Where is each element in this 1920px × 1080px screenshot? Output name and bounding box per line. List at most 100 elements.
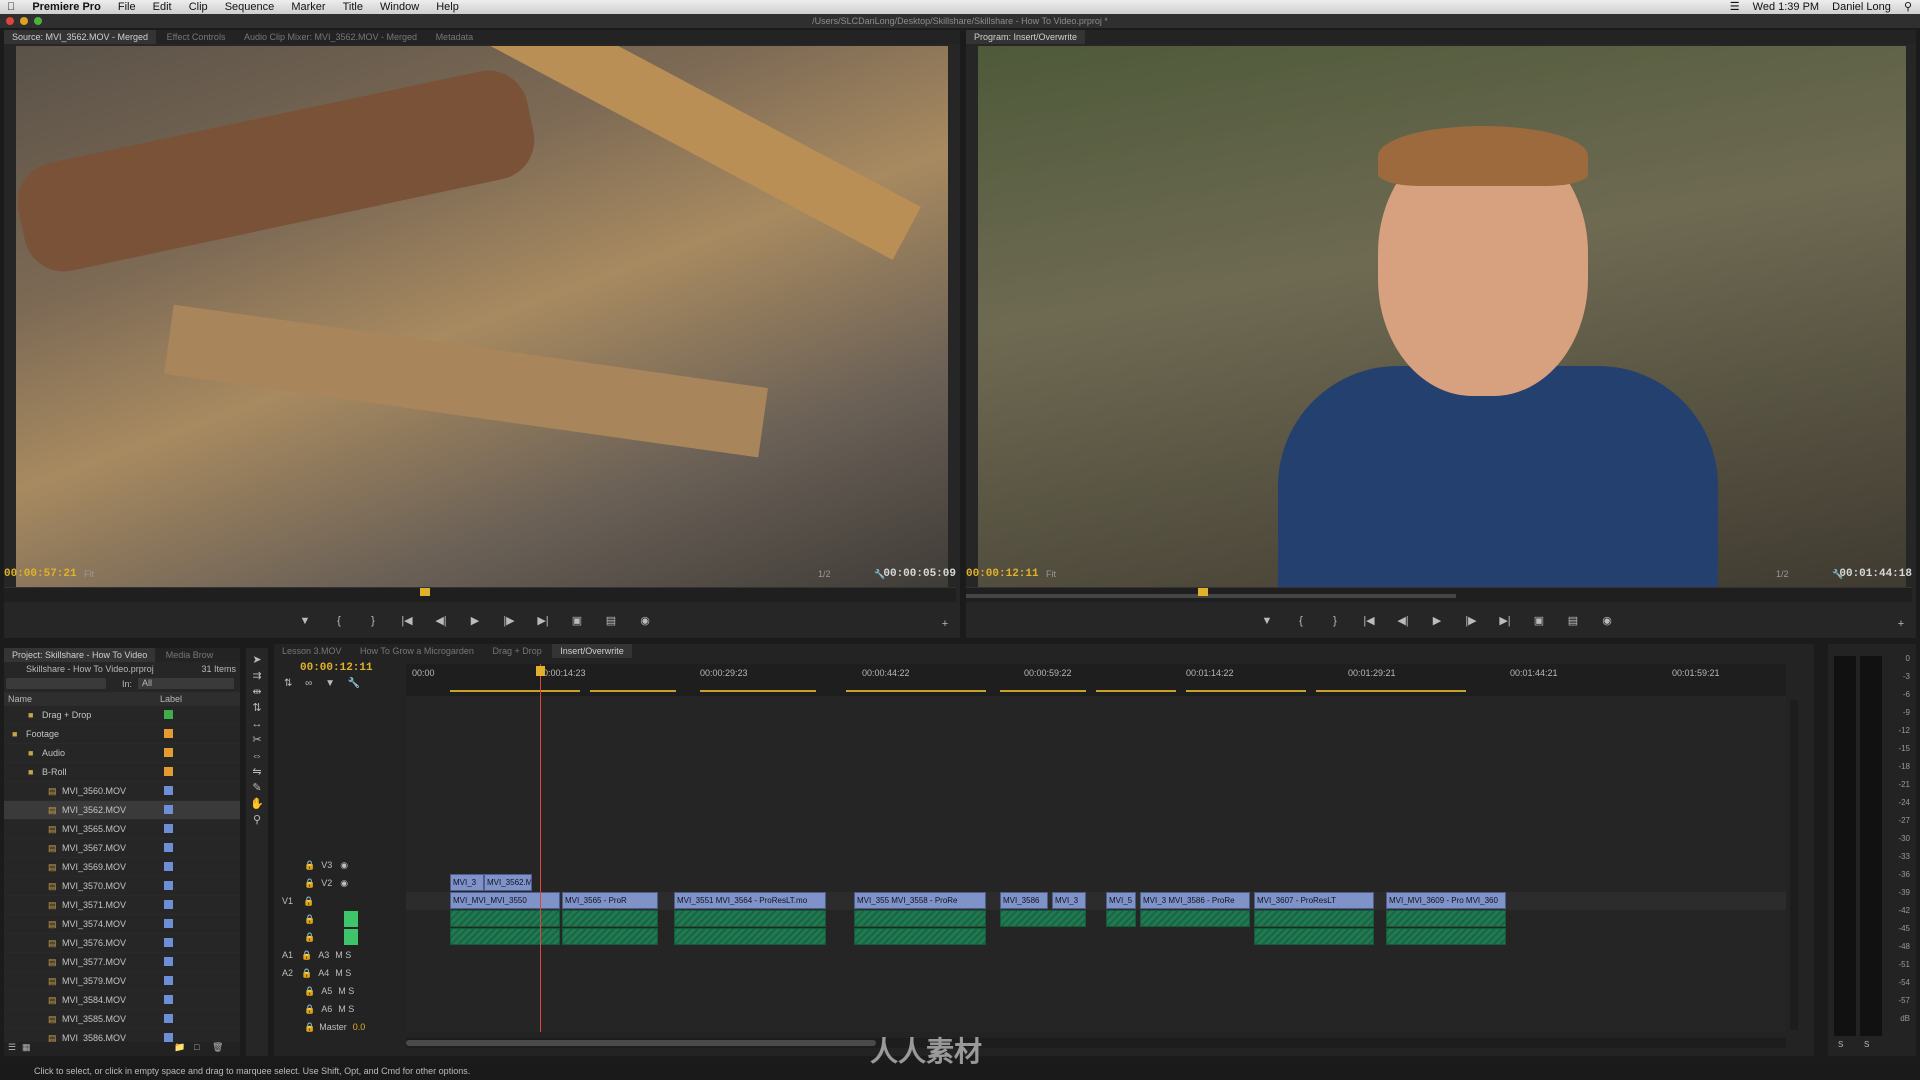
tab-audio-clip-mixer[interactable]: Audio Clip Mixer: MVI_3562.MOV - Merged	[236, 30, 425, 44]
source-fit-dropdown[interactable]: Fit	[84, 567, 94, 581]
timeline-clip-v1[interactable]: MVI_MVI_3609 - Pro MVI_360	[1386, 892, 1506, 909]
project-bin-row[interactable]: ■ Drag + Drop	[4, 706, 240, 725]
tab-project[interactable]: Project: Skillshare - How To Video	[4, 648, 156, 662]
list-view-icon[interactable]: ☰	[8, 1042, 16, 1053]
lock-icon[interactable]: 🔒	[304, 914, 315, 924]
add-marker-icon[interactable]: ▼	[325, 678, 335, 689]
project-clip-row[interactable]: ▤ MVI_3569.MOV	[4, 858, 240, 877]
program-playhead[interactable]	[1198, 588, 1208, 596]
timeline-playhead-handle[interactable]	[536, 666, 545, 676]
add-button-icon[interactable]: +	[1890, 616, 1912, 632]
lock-icon[interactable]: 🔒	[304, 878, 315, 888]
tab-lesson-3[interactable]: Lesson 3.MOV	[274, 644, 350, 658]
project-clip-row[interactable]: ▤ MVI_3567.MOV	[4, 839, 240, 858]
app-menu[interactable]: Premiere Pro	[25, 0, 107, 14]
program-fit-dropdown[interactable]: Fit	[1046, 567, 1056, 581]
menu-title[interactable]: Title	[336, 0, 370, 14]
user-name[interactable]: Daniel Long	[1832, 1, 1891, 13]
extract-button[interactable]: ▤	[1562, 613, 1584, 629]
add-marker-button[interactable]: ▼	[294, 613, 316, 629]
lock-icon[interactable]: 🔒	[304, 986, 315, 996]
in-dropdown[interactable]: All	[138, 678, 234, 689]
mark-out-button[interactable]: }	[362, 613, 384, 629]
solo-right-button[interactable]: S	[1864, 1040, 1869, 1049]
step-forward-button[interactable]: |▶	[1460, 613, 1482, 629]
eye-icon[interactable]: ◉	[340, 878, 348, 888]
timeline-clip-a1[interactable]	[562, 910, 658, 927]
snap-icon[interactable]: ⇅	[284, 678, 292, 689]
project-clip-row[interactable]: ▤ MVI_3565.MOV	[4, 820, 240, 839]
timeline-clip-a2[interactable]	[854, 928, 986, 945]
timeline-clip-a2[interactable]	[1386, 928, 1506, 945]
project-bin-row[interactable]: ■ Footage	[4, 725, 240, 744]
lock-icon[interactable]: 🔒	[301, 968, 312, 978]
timeline-clip-a2[interactable]	[1254, 928, 1374, 945]
mark-in-button[interactable]: {	[1290, 613, 1312, 629]
timeline-clip-a1[interactable]	[1106, 910, 1136, 927]
apple-icon[interactable]: 	[0, 0, 22, 14]
source-resolution-dropdown[interactable]: 1/2	[818, 567, 831, 581]
icon-view-icon[interactable]: ▦	[22, 1042, 31, 1053]
add-marker-button[interactable]: ▼	[1256, 613, 1278, 629]
new-bin-icon[interactable]: 📁	[174, 1042, 185, 1053]
play-button[interactable]: ▶	[1426, 613, 1448, 629]
lock-icon[interactable]: 🔒	[304, 1004, 315, 1014]
linked-selection-icon[interactable]: ∞	[305, 678, 312, 689]
lock-icon[interactable]: 🔒	[303, 896, 314, 906]
timeline-vertical-scrollbar[interactable]	[1790, 700, 1798, 1030]
timeline-clip-a1[interactable]	[1386, 910, 1506, 927]
project-search-input[interactable]	[6, 678, 106, 689]
mark-out-button[interactable]: }	[1324, 613, 1346, 629]
camera-icon[interactable]: ◉	[634, 613, 656, 629]
timeline-clip-a1[interactable]	[854, 910, 986, 927]
project-clip-row[interactable]: ▤ MVI_3576.MOV	[4, 934, 240, 953]
scrollbar-thumb[interactable]	[406, 1040, 876, 1046]
project-clip-row[interactable]: ▤ MVI_3571.MOV	[4, 896, 240, 915]
lock-icon[interactable]: 🔒	[304, 932, 315, 942]
source-playhead[interactable]	[420, 588, 430, 596]
project-clip-row[interactable]: ▤ MVI_3579.MOV	[4, 972, 240, 991]
step-back-button[interactable]: ◀|	[430, 613, 452, 629]
menu-edit[interactable]: Edit	[146, 0, 179, 14]
menu-file[interactable]: File	[111, 0, 143, 14]
razor-tool-icon[interactable]: ✂	[246, 732, 268, 748]
wrench-icon[interactable]: 🔧	[348, 678, 360, 689]
tab-program[interactable]: Program: Insert/Overwrite	[966, 30, 1086, 44]
camera-icon[interactable]: ◉	[1596, 613, 1618, 629]
wifi-icon[interactable]: ☰	[1730, 1, 1740, 13]
overwrite-button[interactable]: ▤	[600, 613, 622, 629]
timeline-clip-v1[interactable]: MVI_3565 - ProR	[562, 892, 658, 909]
mark-in-button[interactable]: {	[328, 613, 350, 629]
add-button-icon[interactable]: +	[934, 616, 956, 632]
slip-tool-icon[interactable]: ⇔	[246, 748, 268, 764]
source-timeline-ruler[interactable]	[4, 587, 956, 602]
solo-left-button[interactable]: S	[1838, 1040, 1843, 1049]
timeline-clip-a1[interactable]	[1254, 910, 1374, 927]
timeline-clip-a2[interactable]	[450, 928, 560, 945]
eye-icon[interactable]: ◉	[340, 860, 348, 870]
tab-drag-drop[interactable]: Drag + Drop	[484, 644, 549, 658]
timeline-ruler[interactable]: 00:00 00:00:14:23 00:00:29:23 00:00:44:2…	[406, 664, 1786, 696]
timeline-clip-v1[interactable]: MVI_3586	[1000, 892, 1048, 909]
pen-tool-icon[interactable]: ✎	[246, 780, 268, 796]
project-clip-row[interactable]: ▤ MVI_3585.MOV	[4, 1010, 240, 1029]
project-bin-row[interactable]: ■ B-Roll	[4, 763, 240, 782]
track-select-tool-icon[interactable]: ⇉	[246, 668, 268, 684]
go-to-out-button[interactable]: ▶|	[532, 613, 554, 629]
go-to-out-button[interactable]: ▶|	[1494, 613, 1516, 629]
timeline-clip-a2[interactable]	[674, 928, 826, 945]
timeline-horizontal-scrollbar[interactable]	[406, 1038, 1786, 1048]
source-playhead-timecode[interactable]: 00:00:57:21	[4, 567, 77, 581]
project-clip-row[interactable]: ▤ MVI_3584.MOV	[4, 991, 240, 1010]
zoom-window-button[interactable]	[34, 17, 42, 25]
timeline-clip-a2[interactable]	[562, 928, 658, 945]
new-item-icon[interactable]: □	[194, 1042, 199, 1052]
track-area[interactable]: MVI_3 MVI_3562.M MVI_MVI_MVI_3550 MVI_35…	[406, 664, 1786, 1032]
rolling-edit-tool-icon[interactable]: ⇅	[246, 700, 268, 716]
timeline-clip-v1[interactable]: MVI_3	[1052, 892, 1086, 909]
close-window-button[interactable]	[6, 17, 14, 25]
timeline-clip-a1[interactable]	[450, 910, 560, 927]
lock-icon[interactable]: 🔒	[304, 860, 315, 870]
go-to-in-button[interactable]: |◀	[1358, 613, 1380, 629]
selection-tool-icon[interactable]: ➤	[246, 652, 268, 668]
